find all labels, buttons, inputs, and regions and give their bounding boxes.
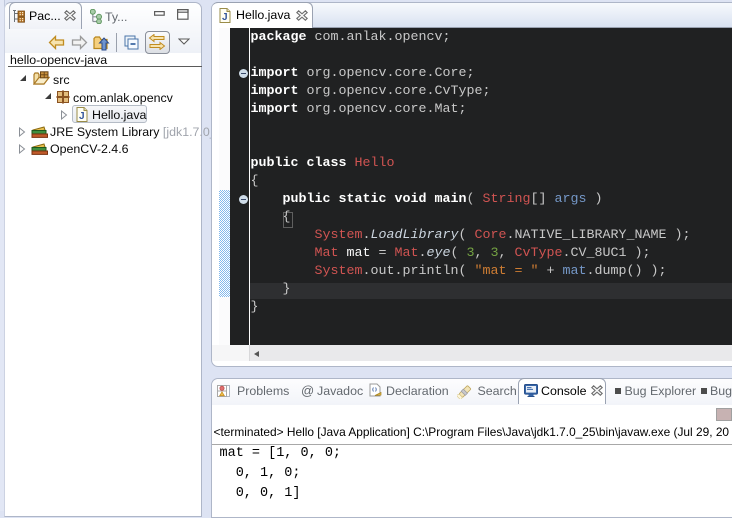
- svg-text:J: J: [79, 111, 85, 122]
- svg-text:J: J: [222, 12, 228, 23]
